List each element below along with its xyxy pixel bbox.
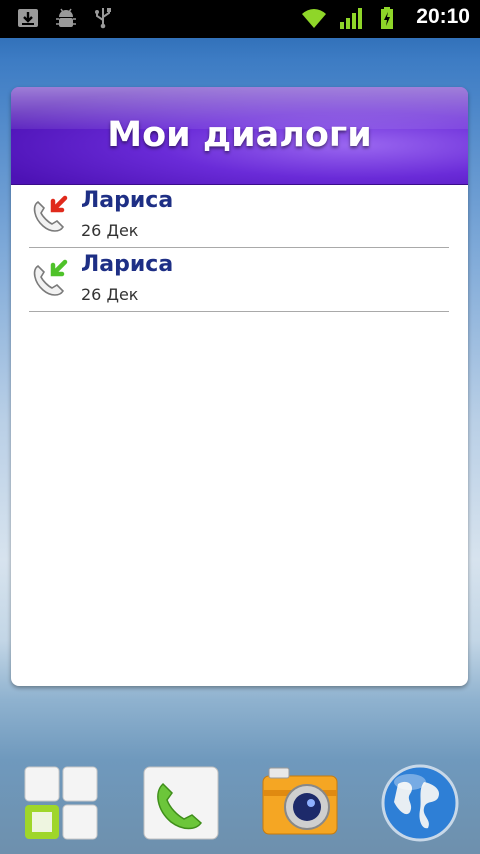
camera-icon[interactable] — [259, 764, 341, 842]
battery-charging-icon — [381, 7, 393, 29]
incoming-call-icon — [33, 259, 68, 296]
browser-globe-icon[interactable] — [380, 764, 460, 842]
conversation-date: 26 Дек — [81, 221, 139, 240]
contact-name: Лариса — [81, 252, 174, 277]
conversation-date: 26 Дек — [81, 285, 139, 304]
widget-header: Мои диалоги — [11, 87, 468, 185]
dialogs-widget: Мои диалоги Лариса 26 Дек Лариса 26 Дек — [11, 87, 468, 686]
clock: 20:10 — [416, 5, 470, 28]
status-bar: 20:10 — [0, 0, 480, 38]
conversation-row[interactable]: Лариса 26 Дек — [29, 248, 449, 312]
widget-title: Мои диалоги — [107, 115, 372, 155]
signal-icon — [340, 8, 362, 29]
wifi-icon — [302, 9, 326, 28]
contact-name: Лариса — [81, 188, 174, 213]
conversation-list: Лариса 26 Дек Лариса 26 Дек — [29, 184, 449, 312]
phone-icon[interactable] — [141, 764, 221, 842]
conversation-row[interactable]: Лариса 26 Дек — [29, 184, 449, 248]
android-debug-icon — [56, 8, 76, 27]
usb-icon — [95, 8, 111, 29]
app-drawer-icon[interactable] — [22, 764, 100, 842]
outgoing-call-icon — [33, 195, 68, 232]
download-icon — [18, 9, 38, 27]
